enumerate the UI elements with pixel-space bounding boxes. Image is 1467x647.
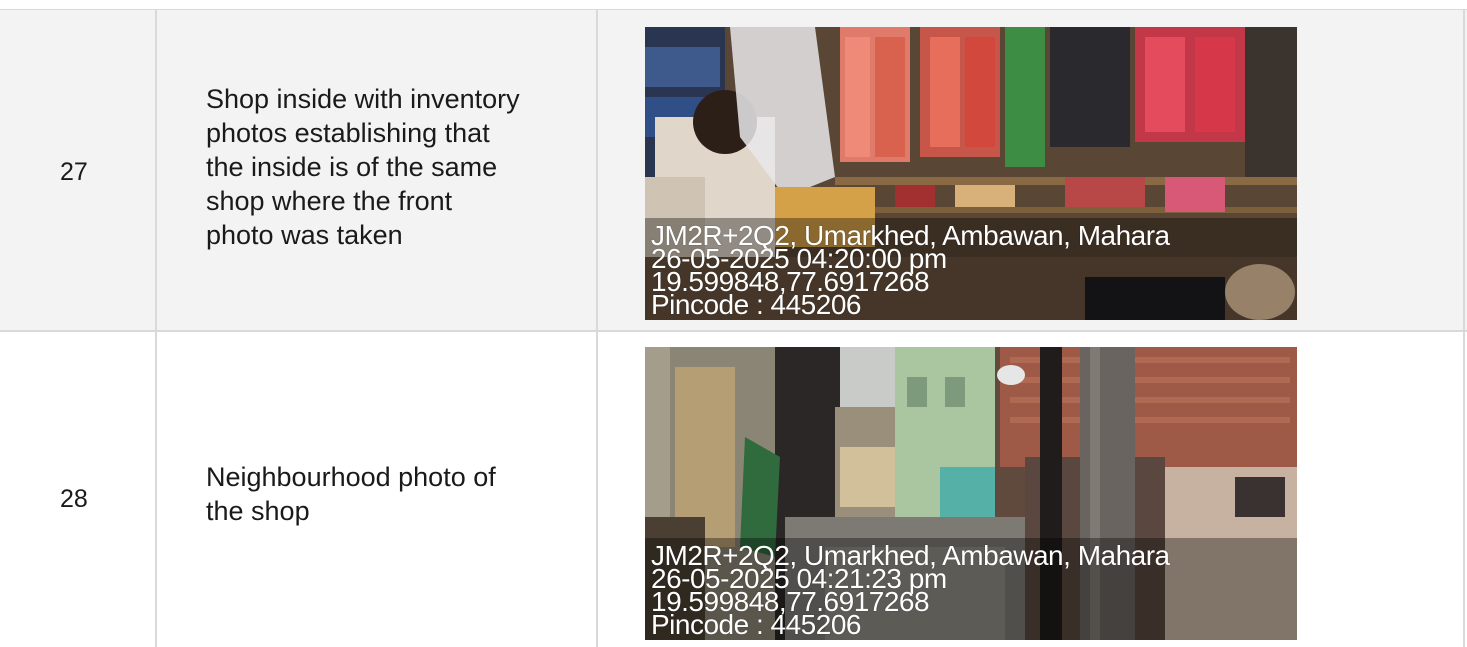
column-divider [1463, 9, 1465, 647]
report-table: 27 Shop inside with inventory photos est… [0, 0, 1467, 647]
shop-interior-photo: JM2R+2Q2, Umarkhed, Ambawan, Mahara 26-0… [645, 27, 1297, 320]
row-description: Neighbourhood photo of the shop [206, 460, 496, 528]
row-divider [0, 330, 1467, 332]
neighbourhood-photo: JM2R+2Q2, Umarkhed, Ambawan, Mahara 26-0… [645, 347, 1297, 640]
row-number: 27 [60, 158, 88, 186]
geo-stamp: JM2R+2Q2, Umarkhed, Ambawan, Mahara 26-0… [651, 222, 1170, 319]
row-number: 28 [60, 485, 88, 513]
description-line: the shop [206, 496, 310, 526]
description-line: Shop inside with inventory [206, 84, 520, 114]
description-line: Neighbourhood photo of [206, 462, 496, 492]
description-line: shop where the front [206, 186, 453, 216]
description-line: photo was taken [206, 220, 403, 250]
row-description: Shop inside with inventory photos establ… [206, 82, 520, 252]
description-line: the inside is of the same [206, 152, 498, 182]
geo-stamp: JM2R+2Q2, Umarkhed, Ambawan, Mahara 26-0… [651, 542, 1170, 639]
column-divider [596, 9, 598, 647]
description-line: photos establishing that [206, 118, 490, 148]
row-divider [0, 9, 1467, 10]
column-divider [155, 9, 157, 647]
